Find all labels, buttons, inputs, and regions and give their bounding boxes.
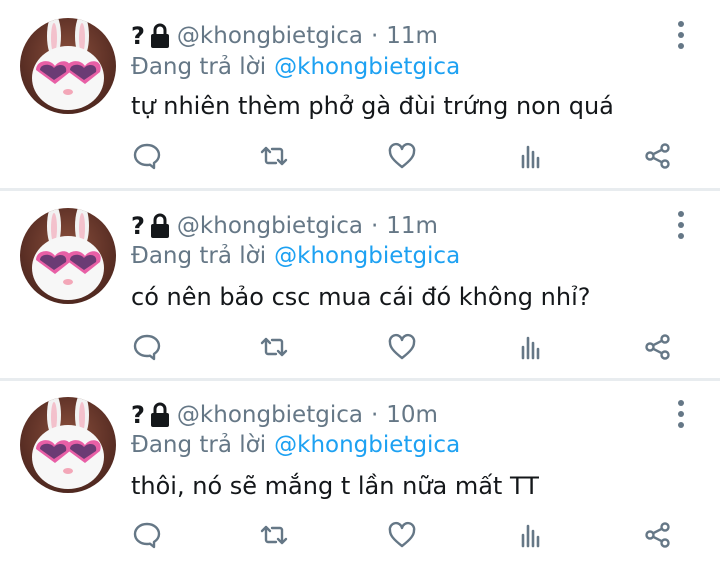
reply-icon[interactable] [130, 518, 164, 552]
reply-icon[interactable] [130, 330, 164, 364]
tweet-actions [0, 330, 720, 370]
replying-to-label: Đang trả lời [131, 432, 267, 458]
tweet[interactable]: ? @khongbietgica · 11m Đang trả lời @kho… [0, 0, 720, 188]
replying-to: Đang trả lời @khongbietgica [131, 240, 460, 272]
retweet-icon[interactable] [257, 139, 291, 173]
display-name[interactable]: ? [131, 212, 145, 240]
retweet-icon[interactable] [257, 518, 291, 552]
tweet-header: ? @khongbietgica · 11m [131, 209, 438, 243]
replying-to: Đang trả lời @khongbietgica [131, 429, 460, 461]
retweet-icon[interactable] [257, 330, 291, 364]
tweet-header: ? @khongbietgica · 10m [131, 398, 438, 432]
separator: · [370, 23, 379, 49]
replying-to-label: Đang trả lời [131, 243, 267, 269]
analytics-icon[interactable] [514, 139, 548, 173]
share-icon[interactable] [641, 518, 675, 552]
handle[interactable]: @khongbietgica [177, 213, 363, 239]
timestamp[interactable]: 11m [386, 23, 438, 49]
share-icon[interactable] [641, 330, 675, 364]
tweet-text: tự nhiên thèm phở gà đùi trứng non quá [131, 92, 614, 120]
tweet-header: ? @khongbietgica · 11m [131, 19, 438, 53]
more-vertical-icon[interactable] [669, 397, 693, 431]
avatar[interactable] [20, 208, 116, 304]
reply-icon[interactable] [130, 139, 164, 173]
handle[interactable]: @khongbietgica [177, 23, 363, 49]
heart-icon[interactable] [385, 518, 419, 552]
share-icon[interactable] [641, 139, 675, 173]
tweet-actions [0, 139, 720, 179]
heart-icon[interactable] [385, 139, 419, 173]
tweet-actions [0, 518, 720, 558]
bunny-avatar-image [32, 208, 104, 300]
tweet[interactable]: ? @khongbietgica · 10m Đang trả lời @kho… [0, 381, 720, 566]
replying-to-mention[interactable]: @khongbietgica [274, 243, 460, 269]
timestamp[interactable]: 11m [386, 213, 438, 239]
lock-icon [149, 402, 171, 428]
bunny-avatar-image [32, 18, 104, 110]
lock-icon [149, 23, 171, 49]
lock-icon [149, 213, 171, 239]
replying-to: Đang trả lời @khongbietgica [131, 51, 460, 83]
more-vertical-icon[interactable] [669, 208, 693, 242]
avatar[interactable] [20, 18, 116, 114]
display-name[interactable]: ? [131, 22, 145, 50]
more-vertical-icon[interactable] [669, 18, 693, 52]
timestamp[interactable]: 10m [386, 402, 438, 428]
avatar[interactable] [20, 397, 116, 493]
tweet-text: thôi, nó sẽ mắng t lần nữa mất TT [131, 472, 539, 500]
bunny-avatar-image [32, 397, 104, 489]
tweet-text: có nên bảo csc mua cái đó không nhỉ? [131, 283, 591, 311]
analytics-icon[interactable] [514, 330, 548, 364]
replying-to-mention[interactable]: @khongbietgica [274, 54, 460, 80]
display-name[interactable]: ? [131, 401, 145, 429]
heart-icon[interactable] [385, 330, 419, 364]
analytics-icon[interactable] [514, 518, 548, 552]
separator: · [370, 213, 379, 239]
handle[interactable]: @khongbietgica [177, 402, 363, 428]
tweet[interactable]: ? @khongbietgica · 11m Đang trả lời @kho… [0, 191, 720, 378]
replying-to-mention[interactable]: @khongbietgica [274, 432, 460, 458]
separator: · [370, 402, 379, 428]
replying-to-label: Đang trả lời [131, 54, 267, 80]
